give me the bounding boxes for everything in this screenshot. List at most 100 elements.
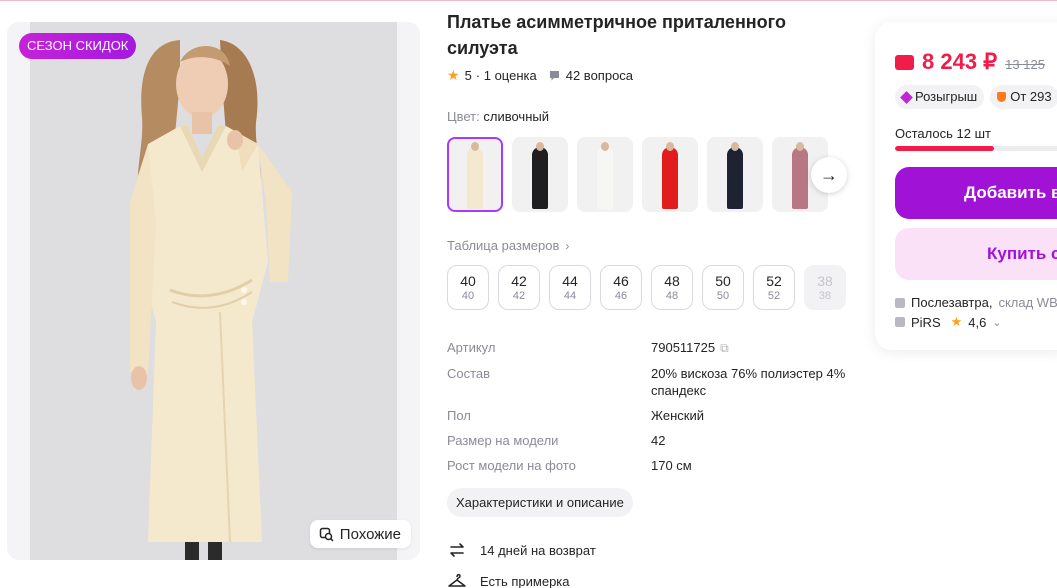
size-option[interactable]: 50 50: [702, 265, 744, 310]
color-swatch[interactable]: [512, 137, 568, 212]
size-option[interactable]: 40 40: [447, 265, 489, 310]
product-photo[interactable]: [30, 22, 397, 560]
color-swatch[interactable]: [642, 137, 698, 212]
swatch-model-head: [796, 142, 804, 151]
seller-name[interactable]: PiRS: [911, 315, 941, 330]
spec-value: 20% вискоза 76% полиэстер 4% спандекс: [651, 365, 847, 399]
spec-value: Женский: [651, 407, 847, 424]
characteristics-button[interactable]: Характеристики и описание: [447, 488, 633, 517]
size-value: 48: [664, 273, 680, 289]
return-icon: [450, 543, 464, 557]
swatch-model-head: [601, 142, 609, 151]
swatch-dress: [532, 147, 548, 209]
size-table-link[interactable]: Таблица размеров ›: [447, 238, 569, 253]
questions-count: 42 вопроса: [565, 68, 634, 83]
chat-icon: [549, 71, 559, 81]
delivery-date: Послезавтра,: [911, 295, 993, 310]
delivery-info: Послезавтра, склад WB: [895, 295, 1057, 310]
spec-row: Рост модели на фото 170 см: [447, 457, 847, 474]
size-value: 38: [817, 273, 833, 289]
size-value: 46: [613, 273, 629, 289]
product-gallery[interactable]: СЕЗОН СКИДОК Похожие: [7, 22, 420, 560]
shop-icon: [895, 317, 905, 327]
buy-now-button[interactable]: Купить с: [895, 228, 1057, 280]
installment-chip[interactable]: От 293: [990, 85, 1057, 109]
product-specs: Артикул 790511725 ⧉ Состав 20% вискоза 76% п…: [447, 339, 847, 482]
size-option[interactable]: 48 48: [651, 265, 693, 310]
rating-value: 5: [464, 68, 472, 83]
top-divider: [0, 0, 1057, 1]
installment-label: От 293: [1010, 89, 1052, 104]
spec-row: Артикул 790511725 ⧉: [447, 339, 847, 357]
product-title: Платье асимметричное приталенного силуэт…: [447, 12, 786, 58]
spec-key: Артикул: [447, 340, 496, 355]
wallet-icon: [895, 55, 914, 70]
size-option[interactable]: 44 44: [549, 265, 591, 310]
spec-key: Пол: [447, 408, 471, 423]
seller-info[interactable]: PiRS ★ 4,6 ⌄: [895, 314, 1002, 330]
swatch-dress: [662, 147, 678, 209]
size-option[interactable]: 42 42: [498, 265, 540, 310]
size-value: 42: [511, 273, 527, 289]
hanger-icon: [448, 573, 466, 587]
size-alt-value: 52: [767, 290, 781, 302]
size-alt-value: 42: [512, 290, 526, 302]
similar-search-icon: [319, 527, 334, 542]
feature-fitting-text: Есть примерка: [480, 573, 570, 588]
rating-line[interactable]: ★ 5 · 1 оценка 42 вопроса: [447, 67, 633, 84]
raffle-label: Розыгрыш: [915, 89, 978, 104]
stock-left: Осталось 12 шт: [895, 126, 991, 141]
sale-season-badge: СЕЗОН СКИДОК: [19, 33, 137, 59]
seller-rating: 4,6: [968, 314, 987, 330]
size-option[interactable]: 52 52: [753, 265, 795, 310]
swatch-dress: [727, 147, 743, 209]
spec-value-text: 170 см: [651, 458, 692, 473]
spec-row: Состав 20% вискоза 76% полиэстер 4% спанд…: [447, 365, 847, 399]
star-icon: ★: [950, 314, 963, 329]
size-alt-value: 44: [563, 290, 577, 302]
size-value: 52: [766, 273, 782, 289]
size-option[interactable]: 46 46: [600, 265, 642, 310]
spec-value-text: 20% вискоза 76% полиэстер 4% спандекс: [651, 366, 846, 398]
size-value: 50: [715, 273, 731, 289]
copy-icon[interactable]: ⧉: [720, 340, 729, 357]
color-swatches: [447, 137, 828, 212]
raffle-chip[interactable]: Розыгрыш: [895, 85, 985, 109]
color-label: Цвет:: [447, 109, 480, 124]
color-swatch[interactable]: [577, 137, 633, 212]
swatches-next-button[interactable]: →: [811, 157, 847, 193]
feature-fitting: Есть примерка: [447, 571, 570, 588]
spec-row: Пол Женский: [447, 407, 847, 424]
star-icon: ★: [447, 67, 460, 83]
diamond-icon: [900, 90, 913, 104]
size-alt-value: 48: [665, 290, 679, 302]
color-swatch[interactable]: [447, 137, 503, 212]
spec-key: Состав: [447, 366, 491, 381]
questions-link[interactable]: 42 вопроса: [549, 68, 633, 83]
spec-key: Размер на модели: [447, 433, 559, 448]
add-to-cart-button[interactable]: Добавить в: [895, 167, 1057, 219]
reviews-count[interactable]: · 1 оценка: [476, 68, 537, 83]
spec-key: Рост модели на фото: [447, 458, 576, 473]
swatch-dress: [597, 147, 613, 209]
swatch-model-head: [536, 142, 544, 151]
warehouse-label: склад WB: [998, 295, 1057, 310]
color-value: сливочный: [483, 109, 549, 124]
buy-card: 8 243 ₽ 13 125 Розыгрыш От 293 Осталось …: [875, 22, 1057, 350]
size-alt-value: 38: [818, 290, 832, 302]
color-line: Цвет: сливочный: [447, 109, 549, 124]
swatch-model-head: [666, 142, 674, 151]
similar-button[interactable]: Похожие: [309, 520, 411, 548]
spec-row: Размер на модели 42: [447, 432, 847, 449]
size-alt-value: 40: [461, 290, 475, 302]
size-option[interactable]: 38 38: [804, 265, 846, 310]
stock-bar: [895, 146, 1057, 151]
color-swatch[interactable]: [707, 137, 763, 212]
spec-value: 170 см: [651, 457, 847, 474]
similar-label: Похожие: [339, 525, 401, 543]
old-price: 13 125: [1005, 57, 1045, 72]
size-value: 44: [562, 273, 578, 289]
chevron-down-icon: ⌄: [992, 316, 1002, 329]
swatch-dress: [467, 147, 483, 209]
size-alt-value: 50: [716, 290, 730, 302]
